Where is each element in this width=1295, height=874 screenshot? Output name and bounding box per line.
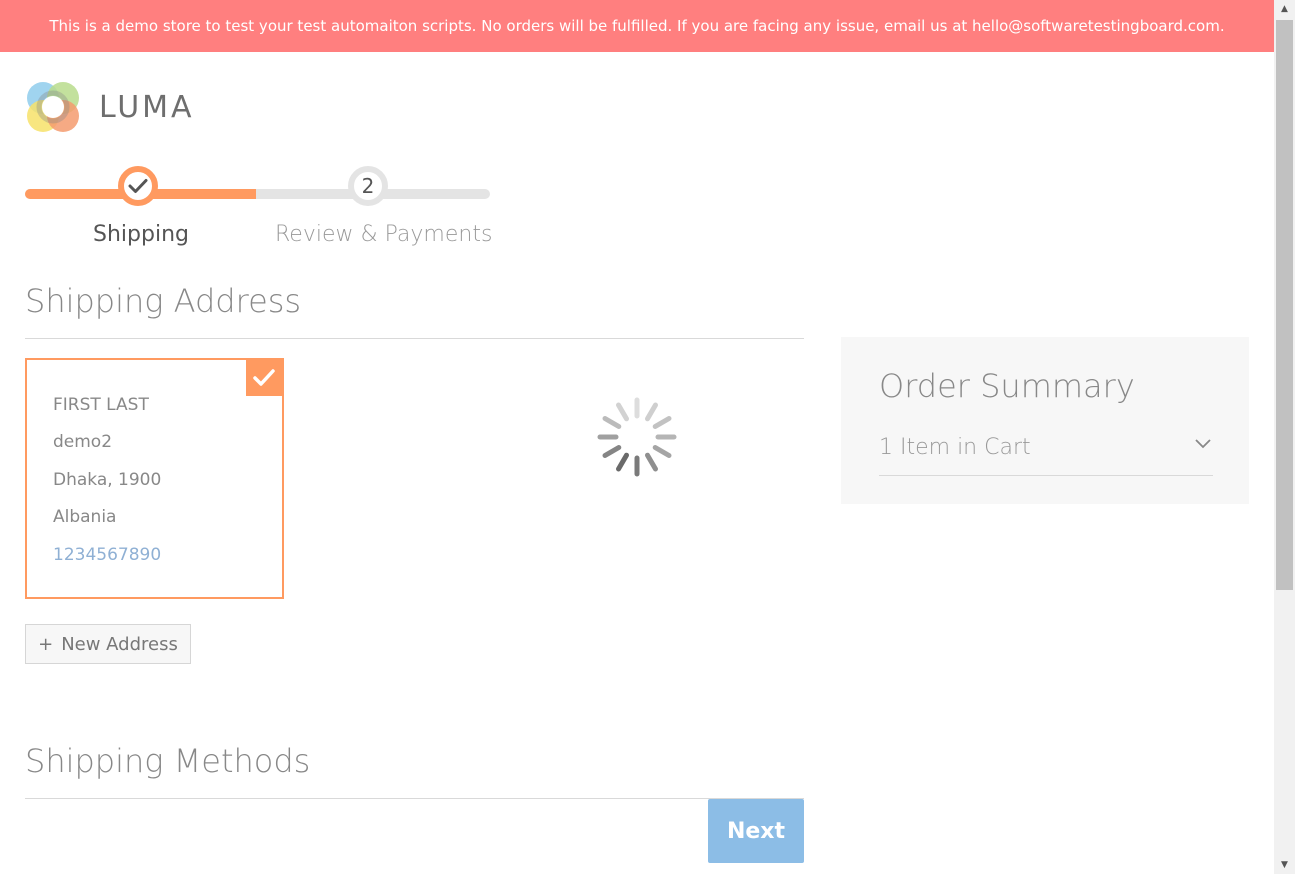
scrollbar-thumb[interactable] — [1276, 20, 1293, 590]
step-shipping-label: Shipping — [93, 222, 189, 247]
luma-logo[interactable]: LUMA — [25, 80, 195, 134]
next-button[interactable]: Next — [708, 799, 804, 863]
order-summary-panel: Order Summary 1 Item in Cart — [841, 337, 1249, 504]
divider — [25, 798, 804, 799]
address-street: demo2 — [53, 432, 113, 452]
vertical-scrollbar[interactable]: ▲ ▼ — [1274, 0, 1295, 874]
items-in-cart-toggle[interactable]: 1 Item in Cart — [879, 431, 1213, 476]
demo-notice-banner: This is a demo store to test your test a… — [0, 0, 1274, 52]
scroll-up-arrow-icon[interactable]: ▲ — [1274, 0, 1295, 18]
shipping-address-card[interactable]: FIRST LAST demo2 Dhaka, 1900 Albania 123… — [25, 358, 284, 599]
luma-logo-text: LUMA — [99, 89, 195, 125]
plus-icon: + — [38, 633, 54, 655]
loading-spinner-icon — [597, 397, 677, 477]
step-number: 2 — [361, 174, 375, 198]
step-review-circle: 2 — [348, 166, 388, 206]
divider — [25, 338, 804, 339]
address-city-zip: Dhaka, 1900 — [53, 470, 162, 490]
new-address-button[interactable]: + New Address — [25, 624, 191, 664]
address-phone-link[interactable]: 1234567890 — [53, 545, 161, 565]
checkmark-icon — [128, 179, 148, 193]
new-address-label: New Address — [61, 633, 178, 655]
address-country: Albania — [53, 507, 117, 527]
order-summary-title: Order Summary — [879, 367, 1135, 405]
checkout-progress-bar: 2 Shipping Review & Payments — [25, 164, 493, 254]
address-name: FIRST LAST — [53, 395, 149, 415]
shipping-methods-title: Shipping Methods — [25, 742, 311, 780]
chevron-down-icon — [1195, 439, 1211, 449]
shipping-address-title: Shipping Address — [25, 282, 302, 320]
step-shipping-circle — [118, 166, 158, 206]
step-review-label: Review & Payments — [275, 222, 493, 247]
scroll-down-arrow-icon[interactable]: ▼ — [1274, 856, 1295, 874]
selected-address-check-icon — [246, 360, 282, 396]
luma-logo-icon — [27, 82, 79, 132]
items-in-cart-label: 1 Item in Cart — [879, 435, 1031, 460]
